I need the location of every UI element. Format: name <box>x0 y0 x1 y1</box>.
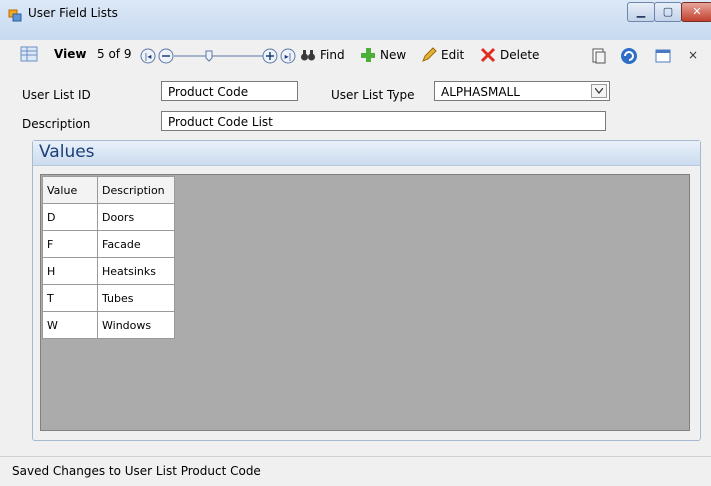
table-cell-description[interactable]: Tubes <box>97 284 175 312</box>
pencil-icon <box>422 47 437 62</box>
binoculars-icon <box>301 50 315 61</box>
user-list-type-label: User List Type <box>331 88 415 102</box>
toolbar: View 5 of 9 |◂ ▸| Find New Edit Delete × <box>0 40 711 72</box>
user-list-type-select[interactable]: ALPHASMALL <box>434 81 610 101</box>
first-record-icon[interactable]: |◂ <box>140 48 156 64</box>
close-window-button[interactable]: ✕ <box>681 2 711 22</box>
grid-view-icon[interactable] <box>20 45 38 63</box>
table-row[interactable]: T Tubes <box>42 284 175 312</box>
table-row[interactable]: F Facade <box>42 230 175 258</box>
column-header-value[interactable]: Value <box>42 176 98 204</box>
table-cell-value[interactable]: W <box>42 311 98 339</box>
values-table: Value Description D Doors F Facade H Hea… <box>42 176 175 339</box>
delete-label: Delete <box>500 48 540 62</box>
values-group: Values Value Description D Doors F Facad… <box>32 140 701 441</box>
plus-icon <box>361 48 375 62</box>
find-button[interactable]: Find <box>300 47 345 63</box>
values-group-header: Values <box>33 141 700 166</box>
find-label: Find <box>320 48 345 62</box>
delete-button[interactable]: Delete <box>480 47 539 63</box>
user-list-type-value: ALPHASMALL <box>441 85 520 99</box>
window-title: User Field Lists <box>28 6 118 20</box>
user-list-id-field[interactable]: Product Code <box>161 81 298 101</box>
table-cell-value[interactable]: H <box>42 257 98 285</box>
next-record-icon[interactable] <box>262 48 278 64</box>
table-cell-description[interactable]: Windows <box>97 311 175 339</box>
edit-button[interactable]: Edit <box>421 47 464 63</box>
previous-record-icon[interactable] <box>158 48 174 64</box>
window-icon[interactable] <box>655 49 671 63</box>
delete-x-icon <box>480 47 496 63</box>
user-field-lists-window: User Field Lists ▁ ▢ ✕ View 5 of 9 |◂ ▸|… <box>0 0 711 486</box>
status-text: Saved Changes to User List Product Code <box>12 464 261 478</box>
title-bar: User Field Lists ▁ ▢ ✕ <box>0 0 711 40</box>
record-slider-thumb[interactable] <box>205 50 213 62</box>
refresh-icon[interactable] <box>620 47 638 65</box>
edit-label: Edit <box>441 48 465 62</box>
description-label: Description <box>22 117 91 131</box>
record-navigator[interactable]: |◂ ▸| <box>140 48 296 64</box>
table-row[interactable]: H Heatsinks <box>42 257 175 285</box>
svg-text:|◂: |◂ <box>145 52 152 61</box>
new-button[interactable]: New <box>360 47 406 63</box>
new-label: New <box>380 48 407 62</box>
record-counter: 5 of 9 <box>97 47 132 61</box>
table-row[interactable]: D Doors <box>42 203 175 231</box>
maximize-button[interactable]: ▢ <box>654 2 682 22</box>
chevron-down-icon[interactable] <box>591 84 607 98</box>
app-icon <box>8 9 22 22</box>
table-cell-description[interactable]: Doors <box>97 203 175 231</box>
minimize-button[interactable]: ▁ <box>627 2 655 22</box>
table-row[interactable]: W Windows <box>42 311 175 339</box>
svg-text:▸|: ▸| <box>285 52 292 61</box>
close-panel-icon[interactable]: × <box>688 48 698 62</box>
status-bar: Saved Changes to User List Product Code <box>0 456 711 486</box>
table-cell-description[interactable]: Facade <box>97 230 175 258</box>
table-cell-value[interactable]: D <box>42 203 98 231</box>
table-cell-value[interactable]: T <box>42 284 98 312</box>
column-header-description[interactable]: Description <box>97 176 175 204</box>
user-list-id-label: User List ID <box>22 88 91 102</box>
view-button[interactable]: View <box>54 47 86 61</box>
values-grid[interactable]: Value Description D Doors F Facade H Hea… <box>40 174 690 431</box>
copy-document-icon[interactable] <box>591 48 607 64</box>
last-record-icon[interactable]: ▸| <box>280 48 296 64</box>
values-title: Values <box>39 142 95 162</box>
table-cell-description[interactable]: Heatsinks <box>97 257 175 285</box>
table-cell-value[interactable]: F <box>42 230 98 258</box>
description-field[interactable]: Product Code List <box>161 111 606 131</box>
table-header-row: Value Description <box>42 176 175 204</box>
